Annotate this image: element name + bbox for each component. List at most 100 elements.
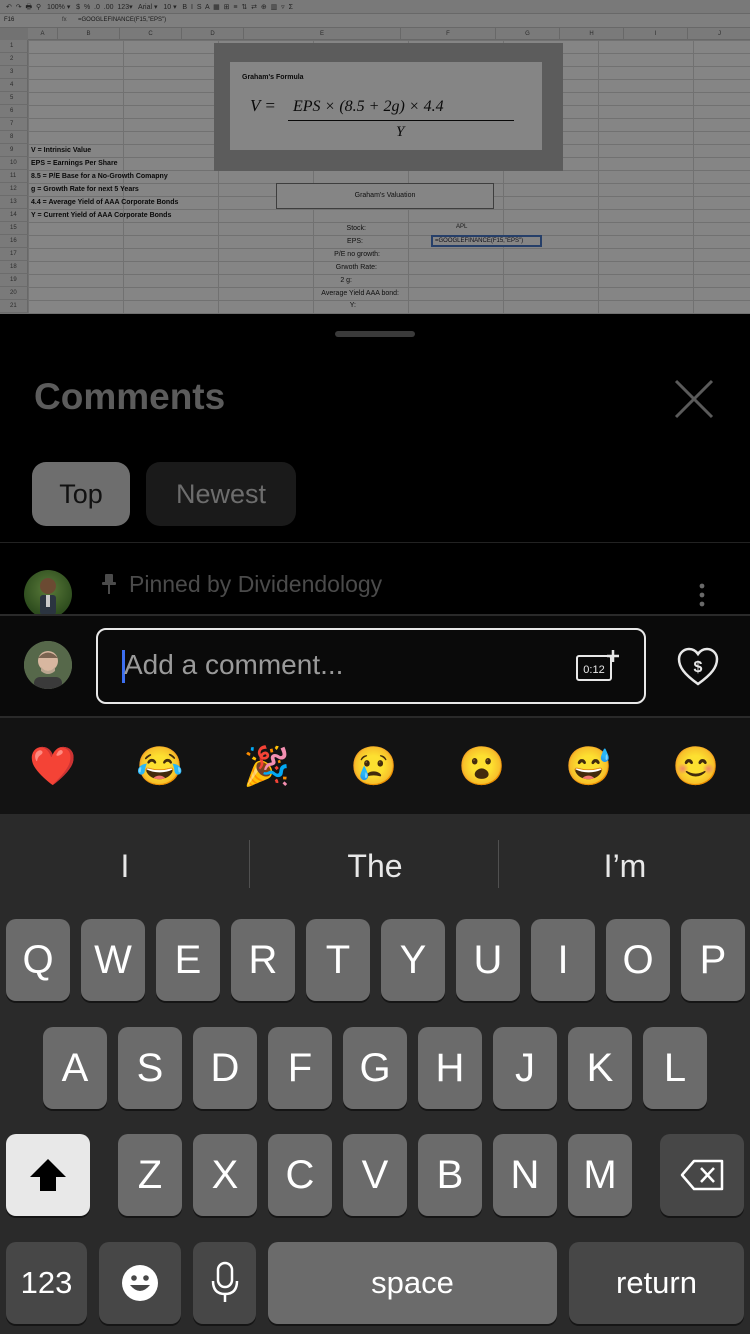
emoji-heart[interactable]: ❤️ xyxy=(29,744,76,790)
key-i[interactable]: I xyxy=(531,919,595,1001)
cell-reference: F16 xyxy=(4,17,15,23)
key-q[interactable]: Q xyxy=(6,919,70,1001)
legend-line: Y = Current Yield of AAA Corporate Bonds xyxy=(31,212,172,219)
key-e[interactable]: E xyxy=(156,919,220,1001)
key-v[interactable]: V xyxy=(343,1134,407,1216)
row-header: 12 xyxy=(0,183,28,196)
avatar[interactable] xyxy=(24,570,72,618)
suggestion-3[interactable]: I’m xyxy=(500,846,750,886)
row-header: 1 xyxy=(0,40,28,53)
space-key[interactable]: space xyxy=(268,1242,557,1324)
key-w[interactable]: W xyxy=(81,919,145,1001)
key-g[interactable]: G xyxy=(343,1027,407,1109)
close-icon[interactable] xyxy=(672,377,716,421)
return-key[interactable]: return xyxy=(569,1242,744,1324)
formula-text: =GOOGLEFINANCE(F15,"EPS") xyxy=(78,17,167,23)
user-avatar xyxy=(24,641,72,689)
row-header: 14 xyxy=(0,209,28,222)
key-f[interactable]: F xyxy=(268,1027,332,1109)
row-header: 19 xyxy=(0,274,28,287)
super-thanks-icon[interactable]: $ xyxy=(676,645,720,689)
row-header: 4 xyxy=(0,79,28,92)
key-n[interactable]: N xyxy=(493,1134,557,1216)
tab-top[interactable]: Top xyxy=(32,462,130,526)
emoji-cry[interactable]: 😢 xyxy=(350,744,397,790)
row-header: 7 xyxy=(0,118,28,131)
key-u[interactable]: U xyxy=(456,919,520,1001)
row-header: 9 xyxy=(0,144,28,157)
key-b[interactable]: B xyxy=(418,1134,482,1216)
row-header: 18 xyxy=(0,261,28,274)
key-j[interactable]: J xyxy=(493,1027,557,1109)
column-header: J xyxy=(688,28,750,40)
row-header: 10 xyxy=(0,157,28,170)
key-a[interactable]: A xyxy=(43,1027,107,1109)
timestamp-clip-icon[interactable]: 0:12 xyxy=(575,648,619,684)
formula-image: Graham's Formula V = EPS × (8.5 + 2g) × … xyxy=(230,62,542,150)
legend-line: 4.4 = Average Yield of AAA Corporate Bon… xyxy=(31,199,179,206)
row-label: Stock: xyxy=(346,225,366,232)
row-label: Average Yield AAA bond: xyxy=(321,290,399,297)
shift-arrow-icon xyxy=(30,1159,66,1191)
row-label: Y: xyxy=(349,302,356,309)
key-s[interactable]: S xyxy=(118,1027,182,1109)
suggestion-divider xyxy=(498,840,499,888)
formula-image-title: Graham's Formula xyxy=(242,74,304,81)
column-header: E xyxy=(244,28,401,40)
row-header: 17 xyxy=(0,248,28,261)
key-h[interactable]: H xyxy=(418,1027,482,1109)
key-r[interactable]: R xyxy=(231,919,295,1001)
row-label: 2 g: xyxy=(340,277,352,284)
key-l[interactable]: L xyxy=(643,1027,707,1109)
formula-numerator: EPS × (8.5 + 2g) × 4.4 xyxy=(293,98,444,115)
key-o[interactable]: O xyxy=(606,919,670,1001)
person-icon xyxy=(40,578,56,615)
numbers-key[interactable]: 123 xyxy=(6,1242,87,1324)
suggestion-1[interactable]: I xyxy=(0,846,250,886)
comment-placeholder: Add a comment... xyxy=(124,649,344,680)
row-label: Grwoth Rate: xyxy=(335,264,377,271)
dictation-key[interactable] xyxy=(193,1242,256,1324)
key-x[interactable]: X xyxy=(193,1134,257,1216)
row-header: 6 xyxy=(0,105,28,118)
pinned-label: Pinned by Dividendology xyxy=(129,571,383,597)
screen: ↶ ↷ 🖶 ⚲ 100% ▾ $ % .0 .00 123▾ Arial ▾ 1… xyxy=(0,0,750,1334)
column-header: D xyxy=(182,28,244,40)
emoji-wow[interactable]: 😮 xyxy=(458,744,505,790)
legend-line: 8.5 = P/E Base for a No-Growth Comapny xyxy=(31,173,168,180)
legend-line: EPS = Earnings Per Share xyxy=(31,160,118,167)
tab-newest[interactable]: Newest xyxy=(146,462,296,526)
emoji-party[interactable]: 🎉 xyxy=(243,744,290,790)
emoji-sweat-smile[interactable]: 😅 xyxy=(565,744,612,790)
backspace-key[interactable] xyxy=(660,1134,744,1216)
row-header: 20 xyxy=(0,287,28,300)
key-k[interactable]: K xyxy=(568,1027,632,1109)
stock-value: APL xyxy=(456,224,468,230)
key-p[interactable]: P xyxy=(681,919,745,1001)
svg-text:$: $ xyxy=(694,659,703,676)
formula-lhs: V = xyxy=(250,96,276,115)
drag-handle[interactable] xyxy=(335,331,415,337)
emoji-smile[interactable]: 😊 xyxy=(672,744,719,790)
legend-line: g = Growth Rate for next 5 Years xyxy=(31,186,139,193)
emoji-laugh[interactable]: 😂 xyxy=(136,744,183,790)
legend-line: V = Intrinsic Value xyxy=(31,147,92,154)
key-d[interactable]: D xyxy=(193,1027,257,1109)
row-label: EPS: xyxy=(347,238,363,245)
pin-icon xyxy=(102,574,116,594)
shift-key[interactable] xyxy=(6,1134,90,1216)
key-z[interactable]: Z xyxy=(118,1134,182,1216)
spreadsheet-background: ↶ ↷ 🖶 ⚲ 100% ▾ $ % .0 .00 123▾ Arial ▾ 1… xyxy=(0,0,750,314)
divider xyxy=(0,542,750,543)
emoji-key[interactable] xyxy=(99,1242,181,1324)
column-header: B xyxy=(58,28,120,40)
column-header: F xyxy=(401,28,496,40)
suggestion-2[interactable]: The xyxy=(250,846,500,886)
more-options-icon[interactable] xyxy=(698,583,706,607)
emoji-face-icon xyxy=(122,1265,158,1301)
key-t[interactable]: T xyxy=(306,919,370,1001)
key-m[interactable]: M xyxy=(568,1134,632,1216)
key-y[interactable]: Y xyxy=(381,919,445,1001)
key-c[interactable]: C xyxy=(268,1134,332,1216)
row-header: 11 xyxy=(0,170,28,183)
